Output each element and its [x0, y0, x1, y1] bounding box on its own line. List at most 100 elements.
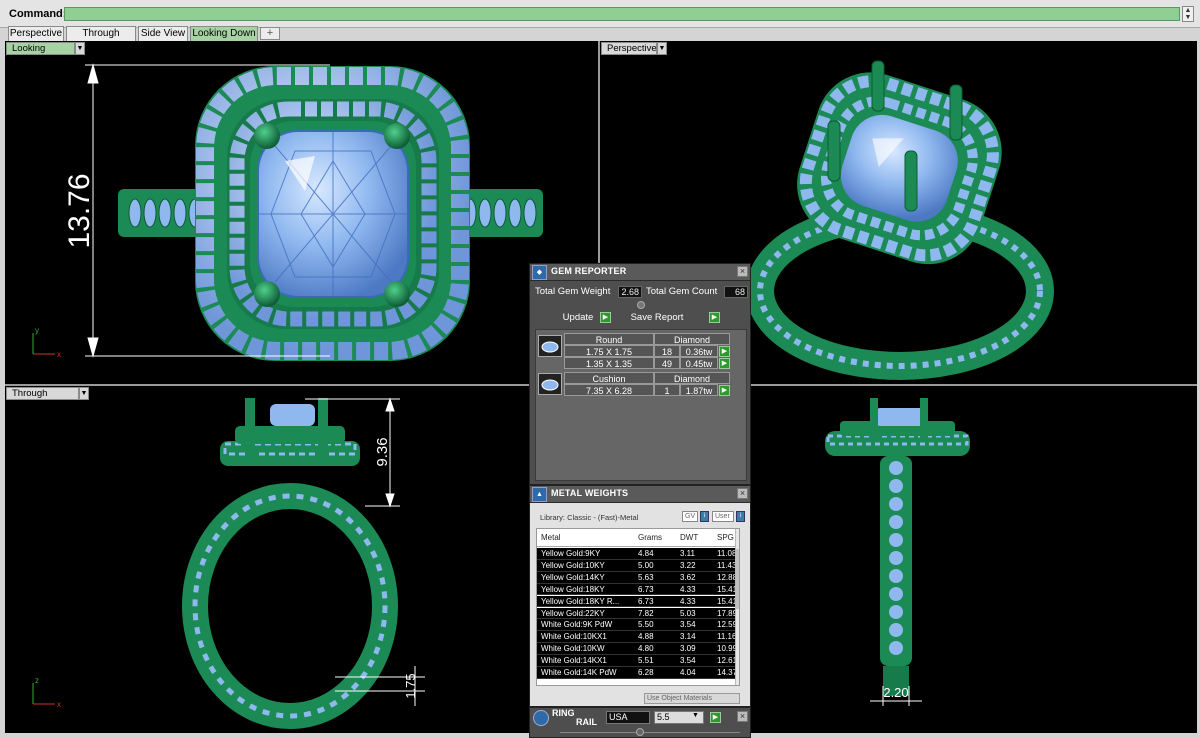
metal-name: White Gold:14K PdW — [541, 668, 617, 677]
metal-library: Library: Classic - (Fast)-Metal — [540, 513, 639, 522]
gv-field[interactable]: GV — [682, 511, 698, 522]
tab-side-view[interactable]: Side View — [138, 26, 188, 41]
metal-row[interactable]: White Gold:10KX1 4.88 3.14 11.16 — [537, 631, 739, 644]
tab-perspective[interactable]: Perspective — [8, 26, 64, 41]
metal-dwt: 4.33 — [680, 584, 696, 594]
gem-count: 49 — [654, 357, 680, 369]
user-field[interactable]: User — [712, 511, 734, 522]
metal-name: White Gold:9K PdW — [541, 620, 613, 630]
through-finger-band-dimension: 1.75 — [403, 673, 418, 698]
metal-name: Yellow Gold:14KY — [541, 572, 605, 582]
command-history-scroll[interactable]: ▲ ▼ — [1182, 6, 1194, 22]
metal-dwt: 3.62 — [680, 572, 696, 582]
metal-row[interactable]: Yellow Gold:10KY 5.00 3.22 11.43 — [537, 559, 739, 572]
perspective-menu-dropdown-icon[interactable]: ▼ — [657, 42, 667, 55]
col-spg[interactable]: SPG — [717, 533, 734, 542]
gem-reporter-panel: ◆ GEM REPORTER × Total Gem Weight 2.68 T… — [529, 263, 751, 485]
metal-row[interactable]: White Gold:14KX1 5.51 3.54 12.61 — [537, 655, 739, 667]
command-label: Command: — [9, 8, 67, 20]
viewport-label-through-finger[interactable]: Through Finger — [6, 387, 79, 411]
axis-y-label: y — [35, 326, 39, 335]
looking-down-dimension: 13.76 — [63, 173, 96, 248]
metal-grams: 5.51 — [638, 656, 654, 666]
metal-row[interactable]: White Gold:9K PdW 5.50 3.54 12.59 — [537, 619, 739, 632]
save-report-button[interactable]: Save Report — [628, 312, 686, 325]
update-go-icon[interactable]: ▶ — [600, 312, 611, 323]
through-finger-menu-dropdown-icon[interactable]: ▼ — [79, 387, 89, 400]
region-select[interactable]: USA — [606, 711, 650, 724]
add-tab-icon[interactable]: + — [260, 27, 280, 40]
viewport-label-perspective[interactable]: Perspective — [601, 42, 657, 55]
command-bar: Command: ▲ ▼ — [0, 0, 1200, 28]
side-view-dimension: 2.20 — [883, 685, 908, 700]
save-report-go-icon[interactable]: ▶ — [709, 312, 720, 323]
slider-handle-icon[interactable] — [637, 301, 645, 309]
gem-tw: 0.45tw — [680, 357, 718, 369]
tab-through-finger[interactable]: Through Finger — [66, 26, 136, 52]
metal-row[interactable]: Yellow Gold:18KY 6.73 4.33 15.41 — [537, 583, 739, 596]
viewport-menu-dropdown-icon[interactable]: ▼ — [75, 42, 85, 55]
gem-row[interactable]: 1.35 X 1.35 49 0.45tw ▶ — [536, 357, 746, 370]
metal-dwt: 3.09 — [680, 644, 696, 654]
metal-grams: 6.73 — [638, 596, 654, 606]
col-grams[interactable]: Grams — [638, 533, 662, 542]
metal-weights-titlebar[interactable]: ▲ METAL WEIGHTS × — [530, 486, 750, 503]
ring-rail-slider[interactable] — [560, 732, 740, 733]
gem-tw: 0.36tw — [680, 345, 718, 357]
gem-material: Diamond — [654, 372, 730, 384]
command-input[interactable] — [64, 7, 1180, 21]
total-gem-weight-label: Total Gem Weight — [535, 286, 611, 297]
col-dwt[interactable]: DWT — [680, 533, 698, 542]
chevron-down-icon[interactable]: ▼ — [692, 712, 699, 719]
gv-info-icon[interactable]: i — [700, 511, 709, 522]
viewport-looking-down[interactable]: 13.76 x y — [5, 41, 598, 384]
metal-row[interactable]: Yellow Gold:18KY R... 6.73 4.33 15.41 — [537, 595, 739, 608]
metal-name: White Gold:10KX1 — [541, 632, 607, 642]
metal-dwt: 3.22 — [680, 560, 696, 570]
viewport-through-finger[interactable]: 9.36 1.75 x z — [5, 386, 598, 733]
axis-x-label: x — [57, 350, 61, 359]
metal-name: Yellow Gold:18KY R... — [541, 596, 620, 606]
metal-row[interactable]: Yellow Gold:9KY 4.84 3.11 11.08 — [537, 548, 739, 560]
gem-size: 1.35 X 1.35 — [564, 357, 654, 369]
metal-name: Yellow Gold:18KY — [541, 584, 605, 594]
axis-x-label-2: x — [57, 700, 61, 709]
gem-size: 1.75 X 1.75 — [564, 345, 654, 357]
ring-rail-title-1: RING — [552, 708, 575, 718]
metal-row[interactable]: White Gold:14K PdW 6.28 4.04 14.37 — [537, 667, 739, 679]
total-gem-count-value: 68 — [724, 286, 748, 298]
metal-row[interactable]: Yellow Gold:22KY 7.82 5.03 17.89 — [537, 607, 739, 620]
gem-row-go-icon[interactable]: ▶ — [719, 385, 730, 396]
user-info-icon[interactable]: i — [736, 511, 745, 522]
metal-dwt: 3.11 — [680, 549, 695, 558]
gem-row-go-icon[interactable]: ▶ — [719, 358, 730, 369]
gem-reporter-icon: ◆ — [532, 265, 547, 280]
use-object-materials-checkbox[interactable]: Use Object Materials — [644, 693, 740, 704]
close-icon[interactable]: × — [737, 711, 748, 722]
metal-row[interactable]: Yellow Gold:14KY 5.63 3.62 12.88 — [537, 571, 739, 584]
gem-row-go-icon[interactable]: ▶ — [719, 346, 730, 357]
metal-grams: 4.88 — [638, 632, 654, 642]
metal-row[interactable]: White Gold:10KW 4.80 3.09 10.99 — [537, 643, 739, 655]
metal-table-header: Metal Grams DWT SPG — [537, 529, 739, 547]
gem-count: 1 — [654, 384, 680, 396]
ring-rail-panel: RING RAIL USA 5.5 ▼ ▶ × — [529, 707, 751, 738]
metal-dwt: 5.03 — [680, 608, 696, 618]
ring-rail-go-icon[interactable]: ▶ — [710, 712, 721, 723]
total-gem-weight-value: 2.68 — [618, 286, 642, 298]
close-icon[interactable]: × — [737, 266, 748, 277]
gem-reporter-titlebar[interactable]: ◆ GEM REPORTER × — [530, 264, 750, 281]
update-button[interactable]: Update — [560, 312, 596, 325]
col-metal[interactable]: Metal — [541, 533, 561, 542]
metal-grams: 5.00 — [638, 560, 654, 570]
slider-handle-icon[interactable] — [636, 728, 644, 736]
metal-name: White Gold:14KX1 — [541, 656, 607, 666]
metal-grams: 4.84 — [638, 549, 654, 558]
close-icon[interactable]: × — [737, 488, 748, 499]
metal-grams: 4.80 — [638, 644, 654, 654]
viewport-label-looking-down[interactable]: Looking Down — [6, 42, 75, 66]
tab-looking-down[interactable]: Looking Down — [190, 26, 258, 41]
gem-row[interactable]: 7.35 X 6.28 1 1.87tw ▶ — [536, 384, 746, 397]
gem-tw: 1.87tw — [680, 384, 718, 396]
metal-table-vscroll[interactable] — [735, 529, 739, 685]
